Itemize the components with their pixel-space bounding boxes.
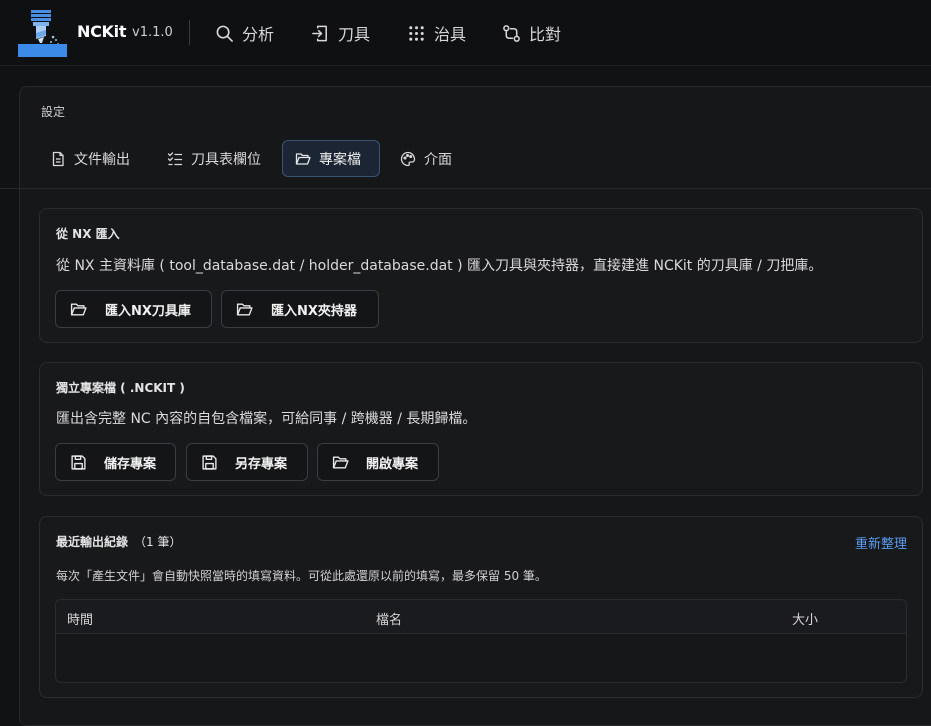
project-file-card: 獨立專案檔 ( .NCKIT ) 匯出含完整 NC 內容的自包含檔案，可給同事 … (39, 362, 923, 496)
refresh-link[interactable]: 重新整理 (855, 533, 907, 552)
import-nx-holder-label: 匯入NX夾持器 (271, 303, 357, 319)
recent-output-title: 最近輸出紀錄 （1 筆） (56, 533, 181, 550)
search-icon (216, 25, 233, 42)
folder-open-icon (236, 302, 253, 316)
import-nx-tool-library-button[interactable]: 匯入NX刀具庫 (55, 290, 212, 328)
open-project-label: 開啟專案 (366, 456, 419, 472)
tab-document-output[interactable]: 文件輸出 (38, 140, 142, 177)
folder-open-icon (70, 302, 87, 316)
recent-output-count: （1 筆） (134, 535, 182, 549)
header-divider (189, 20, 190, 45)
nav-analysis-label: 分析 (242, 25, 275, 44)
top-bar: NCKit v1.1.0 分析 刀具 治具 比對 (0, 0, 931, 66)
tab-document-output-label: 文件輸出 (74, 151, 130, 168)
recent-output-desc: 每次「產生文件」會自動快照當時的填寫資料。可從此處還原以前的填寫，最多保留 50… (56, 569, 547, 583)
tab-project-file[interactable]: 專案檔 (282, 140, 380, 177)
tab-tool-columns-label: 刀具表欄位 (191, 151, 261, 168)
document-icon (52, 151, 64, 166)
app-brand: NCKit (77, 22, 127, 41)
nav-tools[interactable]: 刀具 (311, 18, 370, 48)
nav-fixtures-label: 治具 (434, 25, 467, 44)
tab-interface[interactable]: 介面 (388, 140, 464, 177)
folder-open-icon (295, 152, 311, 165)
checklist-icon (167, 151, 183, 165)
tab-tool-columns[interactable]: 刀具表欄位 (155, 140, 273, 177)
nav-tools-label: 刀具 (338, 25, 371, 44)
import-nx-tool-library-label: 匯入NX刀具庫 (105, 303, 191, 319)
app-logo-icon[interactable] (18, 9, 68, 57)
tab-project-file-label: 專案檔 (319, 151, 361, 168)
recent-output-table: 時間 檔名 大小 (55, 599, 907, 683)
save-project-as-label: 另存專案 (235, 456, 288, 472)
import-nx-holder-button[interactable]: 匯入NX夾持器 (221, 290, 379, 328)
tabs-divider (0, 188, 931, 189)
column-header-filename[interactable]: 檔名 (376, 609, 402, 628)
save-project-button[interactable]: 儲存專案 (55, 443, 176, 481)
save-project-as-button[interactable]: 另存專案 (186, 443, 308, 481)
save-project-label: 儲存專案 (104, 456, 157, 472)
nav-compare-label: 比對 (529, 25, 562, 44)
nav-analysis[interactable]: 分析 (215, 18, 274, 48)
column-header-time[interactable]: 時間 (67, 609, 93, 628)
project-file-desc: 匯出含完整 NC 內容的自包含檔案，可給同事 / 跨機器 / 長期歸檔。 (56, 411, 477, 427)
recent-output-title-text: 最近輸出紀錄 (56, 535, 129, 549)
recent-output-card: 最近輸出紀錄 （1 筆） 重新整理 每次「產生文件」會自動快照當時的填寫資料。可從… (39, 516, 923, 698)
open-project-button[interactable]: 開啟專案 (317, 443, 439, 481)
folder-open-icon (332, 455, 349, 469)
settings-title: 設定 (41, 105, 66, 119)
project-file-title: 獨立專案檔 ( .NCKIT ) (56, 381, 185, 395)
nav-compare[interactable]: 比對 (502, 18, 561, 48)
app-version: v1.1.0 (132, 25, 173, 40)
nx-import-title: 從 NX 匯入 (56, 227, 120, 241)
column-header-size[interactable]: 大小 (792, 609, 818, 628)
nx-import-card: 從 NX 匯入 從 NX 主資料庫 ( tool_database.dat / … (39, 208, 923, 343)
save-icon (202, 454, 217, 470)
import-icon (312, 25, 327, 41)
tab-interface-label: 介面 (424, 151, 452, 168)
nav-fixtures[interactable]: 治具 (407, 18, 466, 48)
table-header: 時間 檔名 大小 (56, 600, 906, 634)
save-icon (71, 454, 86, 470)
palette-icon (400, 151, 416, 166)
compare-icon (503, 24, 520, 42)
nx-import-desc: 從 NX 主資料庫 ( tool_database.dat / holder_d… (56, 258, 823, 274)
grid-dots-icon (409, 25, 424, 41)
